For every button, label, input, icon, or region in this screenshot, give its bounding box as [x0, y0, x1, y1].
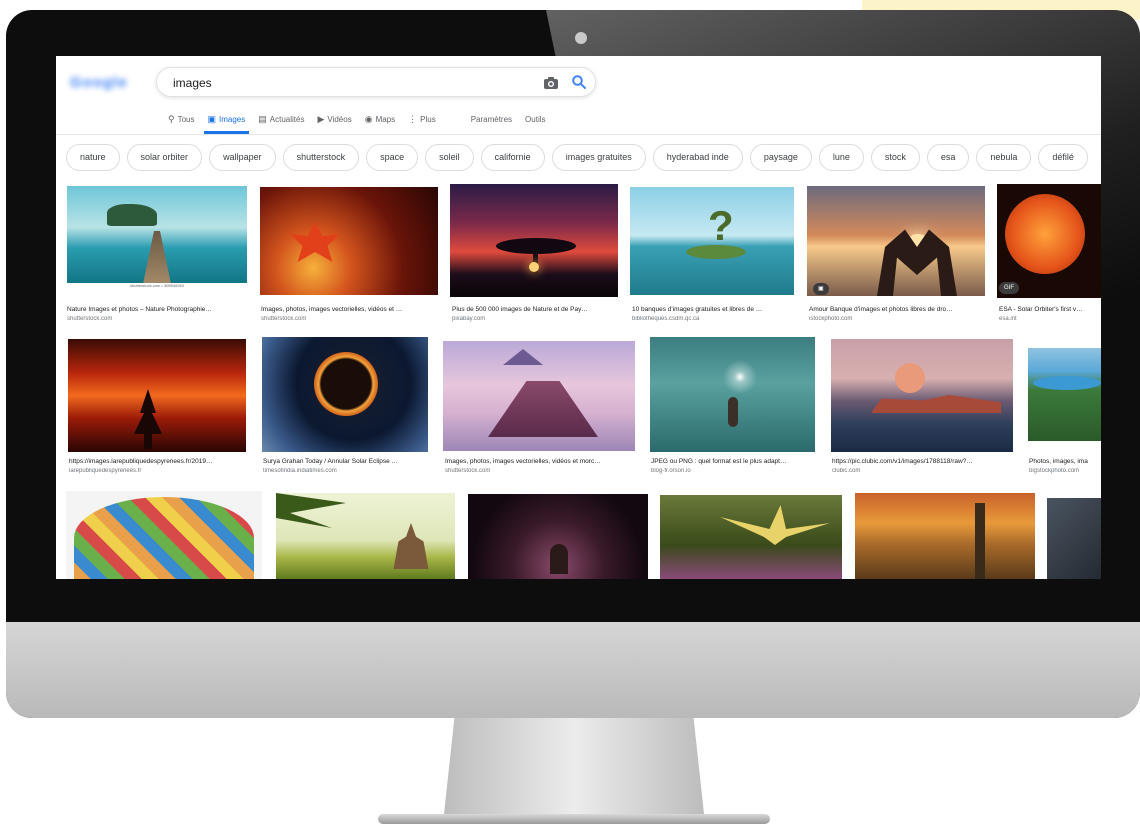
monitor-stand — [444, 718, 704, 814]
result-source: pixabay.com — [452, 316, 486, 322]
chip-californie[interactable]: californie — [480, 144, 545, 171]
video-icon: ▶ — [317, 113, 325, 124]
result-title[interactable]: Nature Images et photos – Nature Photogr… — [67, 306, 247, 313]
result-image[interactable] — [68, 339, 246, 452]
browser-screen: Google ⚲ Tous ▣ Images ▤ Actualités ▶ — [56, 56, 1101, 579]
result-image[interactable]: ? — [630, 187, 794, 295]
tab-tools[interactable]: Outils — [525, 106, 545, 132]
result-source: bigstockphoto.com — [1029, 468, 1080, 474]
tab-videos[interactable]: ▶ Vidéos — [317, 106, 351, 132]
result-image[interactable] — [276, 493, 455, 579]
tab-news[interactable]: ▤ Actualités — [258, 106, 304, 132]
tab-all[interactable]: ⚲ Tous — [168, 106, 195, 132]
result-image[interactable] — [262, 337, 428, 452]
search-icon: ⚲ — [168, 113, 175, 124]
result-source: esa.int — [999, 316, 1017, 322]
result-source: larepubliquedespyrenees.fr — [69, 468, 142, 474]
chip-paysage[interactable]: paysage — [749, 144, 812, 171]
result-source: shutterstock.com — [261, 316, 307, 322]
result-image[interactable] — [66, 491, 262, 579]
chip-solar-orbiter[interactable]: solar orbiter — [126, 144, 203, 171]
result-title[interactable]: https://images.larepubliquedespyrenees.f… — [69, 458, 247, 465]
tab-more[interactable]: ⋮ Plus — [408, 106, 436, 132]
chip-stock[interactable]: stock — [870, 144, 920, 171]
chip-lune[interactable]: lune — [818, 144, 864, 171]
search-input[interactable] — [171, 73, 515, 93]
result-image[interactable] — [650, 337, 815, 452]
result-title[interactable]: Plus de 500 000 images de Nature et de P… — [452, 306, 620, 313]
result-title[interactable]: Surya Grahan Today / Annular Solar Eclip… — [263, 458, 433, 465]
news-icon: ▤ — [258, 113, 267, 124]
chip-space[interactable]: space — [366, 144, 419, 171]
monitor-stand-base — [378, 814, 770, 824]
result-title[interactable]: Photos, images, ima — [1029, 458, 1101, 465]
related-chips: nature solar orbiter wallpaper shutterst… — [66, 144, 1088, 171]
result-source: clubic.com — [832, 468, 861, 474]
result-image[interactable] — [450, 184, 618, 297]
tab-images[interactable]: ▣ Images — [203, 106, 249, 134]
result-source: shutterstock.com — [445, 468, 491, 474]
chip-esa[interactable]: esa — [926, 144, 970, 171]
chip-hyderabad-inde[interactable]: hyderabad inde — [652, 144, 743, 171]
watermark-text: shutterstock.com • 308949260 — [130, 283, 184, 288]
result-image[interactable] — [660, 495, 842, 579]
image-badge-icon: ▣ — [813, 283, 829, 295]
image-icon: ▣ — [207, 113, 217, 124]
chip-defile[interactable]: défilé — [1038, 144, 1088, 171]
monitor-chin — [6, 622, 1140, 718]
more-icon: ⋮ — [408, 113, 418, 124]
search-bar[interactable] — [156, 67, 596, 97]
result-title[interactable]: https://pic.clubic.com/v1/images/1788118… — [832, 458, 1012, 465]
map-pin-icon: ◉ — [364, 113, 373, 124]
search-icon[interactable] — [571, 74, 587, 90]
webcam-icon — [575, 32, 587, 44]
tab-settings[interactable]: Paramètres — [471, 106, 512, 132]
chip-nebula[interactable]: nebula — [976, 144, 1032, 171]
result-title[interactable]: ESA - Solar Orbiter's first v… — [999, 306, 1099, 313]
result-source: istockphoto.com — [809, 316, 853, 322]
camera-search-icon[interactable] — [543, 75, 559, 91]
chip-shutterstock[interactable]: shutterstock — [282, 144, 360, 171]
result-image[interactable] — [855, 493, 1035, 579]
result-title[interactable]: 10 banques d'images gratuites et libres … — [632, 306, 796, 313]
chip-images-gratuites[interactable]: images gratuites — [551, 144, 646, 171]
result-image[interactable]: GIF — [997, 184, 1101, 298]
result-source: shutterstock.com — [67, 316, 113, 322]
chip-nature[interactable]: nature — [66, 144, 120, 171]
result-source: blog-fr.orson.io — [651, 468, 691, 474]
result-title[interactable]: JPEG ou PNG : quel format est le plus ad… — [651, 458, 816, 465]
header-divider — [56, 134, 1101, 135]
tab-maps[interactable]: ◉ Maps — [365, 106, 395, 132]
result-image[interactable]: shutterstock.com • 308949260 — [67, 186, 247, 289]
result-title[interactable]: Amour Banque d'images et photos libres d… — [809, 306, 985, 313]
result-image[interactable] — [443, 341, 635, 451]
result-title[interactable]: Images, photos, images vectorielles, vid… — [261, 306, 436, 313]
result-image[interactable] — [1028, 348, 1101, 441]
chip-soleil[interactable]: soleil — [425, 144, 474, 171]
result-image[interactable]: ▣ — [807, 186, 985, 296]
result-image[interactable] — [831, 339, 1013, 452]
result-source: timesofindia.indiatimes.com — [263, 468, 337, 474]
result-image[interactable] — [468, 494, 648, 579]
chip-wallpaper[interactable]: wallpaper — [209, 144, 276, 171]
result-image[interactable] — [1047, 498, 1101, 579]
result-title[interactable]: Images, photos, images vectorielles, vid… — [445, 458, 635, 465]
google-logo[interactable]: Google — [70, 70, 132, 94]
result-image[interactable] — [260, 187, 438, 295]
search-tabs: ⚲ Tous ▣ Images ▤ Actualités ▶ Vidéos ◉ … — [168, 106, 559, 134]
result-source: bibliotheques.csdm.qc.ca — [632, 316, 700, 322]
gif-badge: GIF — [999, 282, 1019, 294]
